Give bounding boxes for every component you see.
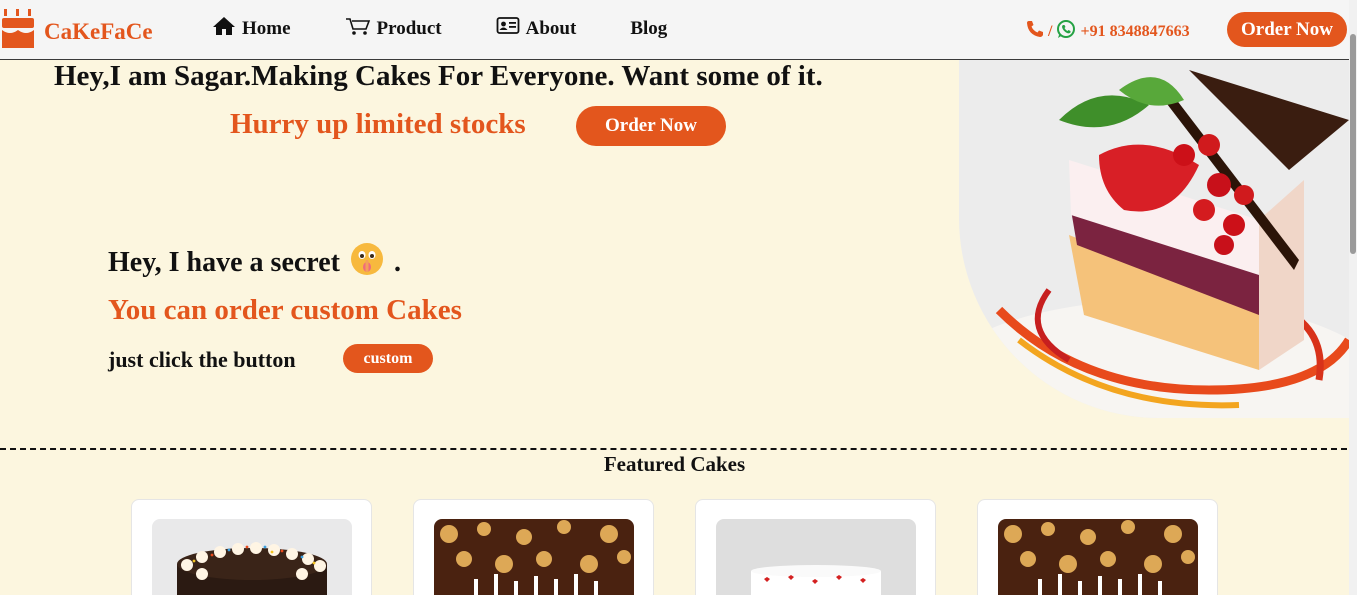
product-card[interactable] bbox=[131, 499, 372, 595]
nav-home-label: Home bbox=[242, 18, 291, 39]
card-image-chocolate-cake bbox=[152, 519, 352, 595]
brand-logo[interactable]: CaKeFaCe bbox=[0, 8, 153, 55]
card-image-birthday-cake bbox=[998, 519, 1198, 595]
shushing-face-icon bbox=[350, 242, 384, 284]
nav-home[interactable]: Home bbox=[212, 16, 291, 42]
phone-number: +91 8348847663 bbox=[1080, 22, 1190, 40]
hero-title: Hey,I am Sagar.Making Cakes For Everyone… bbox=[54, 60, 823, 92]
order-now-button[interactable]: Order Now bbox=[1227, 12, 1347, 47]
custom-button[interactable]: custom bbox=[343, 344, 433, 373]
home-icon bbox=[212, 16, 236, 42]
card-image-birthday-cake bbox=[434, 519, 634, 595]
nav-links: Home Product About Blog bbox=[212, 16, 667, 42]
contact-info[interactable]: / +91 8348847663 bbox=[1026, 19, 1190, 44]
secret-heading: Hey, I have a secret . bbox=[108, 242, 401, 284]
hero-order-now-button[interactable]: Order Now bbox=[576, 106, 726, 146]
brand-name: CaKeFaCe bbox=[44, 18, 153, 44]
nav-about-label: About bbox=[525, 18, 577, 39]
secret-end: . bbox=[393, 247, 401, 278]
cart-icon bbox=[345, 16, 371, 42]
nav-product-label: Product bbox=[376, 18, 442, 39]
id-card-icon bbox=[496, 16, 520, 42]
product-card[interactable] bbox=[413, 499, 654, 595]
nav-blog-label: Blog bbox=[630, 18, 668, 39]
nav-blog[interactable]: Blog bbox=[630, 16, 667, 42]
product-card[interactable] bbox=[695, 499, 936, 595]
page-scrollbar[interactable] bbox=[1349, 0, 1357, 595]
contact-separator: / bbox=[1048, 22, 1053, 40]
featured-title: Featured Cakes bbox=[603, 452, 746, 476]
scroll-thumb[interactable] bbox=[1350, 34, 1356, 254]
click-button-text: just click the button bbox=[108, 347, 296, 372]
section-divider bbox=[0, 448, 1357, 450]
hurry-text: Hurry up limited stocks bbox=[230, 108, 526, 140]
secret-text: Hey, I have a secret bbox=[108, 247, 340, 278]
nav-about[interactable]: About bbox=[496, 16, 577, 42]
cake-icon bbox=[0, 8, 36, 55]
custom-cakes-text: You can order custom Cakes bbox=[108, 294, 462, 326]
product-card[interactable] bbox=[977, 499, 1218, 595]
card-image-heart-cake bbox=[716, 519, 916, 595]
navbar: CaKeFaCe Home Product About Blog / +91 8… bbox=[0, 0, 1357, 60]
hero-cake-image bbox=[959, 60, 1349, 418]
phone-icon bbox=[1026, 20, 1044, 43]
nav-product[interactable]: Product bbox=[345, 16, 442, 42]
whatsapp-icon bbox=[1056, 19, 1076, 44]
